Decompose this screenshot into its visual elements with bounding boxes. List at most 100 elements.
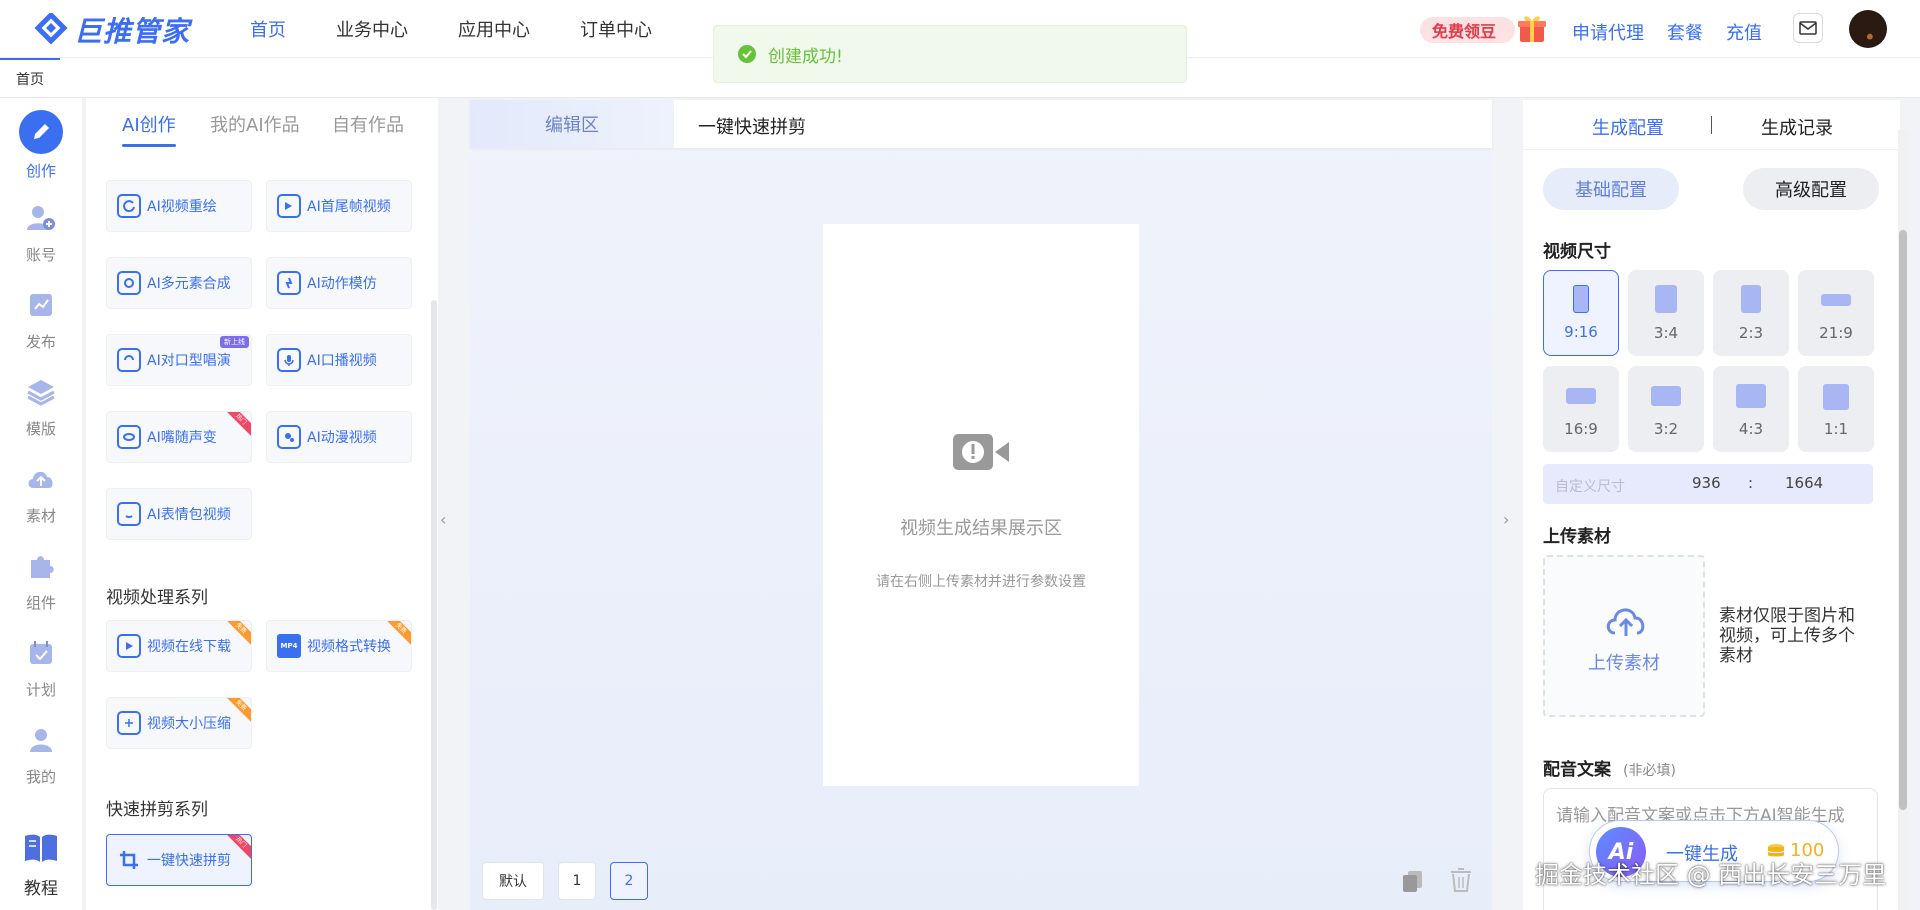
toast-text: 创建成功! [768,46,843,67]
tab-edit-area[interactable]: 编辑区 [470,100,674,148]
tool-label: 视频大小压缩 [147,716,231,732]
size-label: 21:9 [1819,324,1853,342]
frame-video-icon [277,194,301,218]
emoji-icon [117,502,141,526]
avatar[interactable] [1849,10,1887,48]
publish-icon [21,285,61,325]
preview-subtitle: 请在右侧上传素材并进行参数设置 [876,574,1086,590]
upload-title: 上传素材 [1543,527,1611,547]
sidebar-item-publish[interactable]: 发布 [0,285,82,352]
tool-label: 视频格式转换 [307,639,391,655]
section-title-video: 视频处理系列 [106,588,208,608]
tool-ai-emoji-video[interactable]: AI表情包视频 [106,488,252,540]
person-icon [21,720,61,760]
size-label: 2:3 [1738,324,1764,342]
tab-generate-history[interactable]: 生成记录 [1761,114,1833,140]
sidebar-item-templates[interactable]: 模版 [0,372,82,439]
collapse-left-icon[interactable]: ‹ [440,510,446,529]
advanced-config-button[interactable]: 高级配置 [1743,168,1879,210]
nav-orders[interactable]: 订单中心 [580,16,652,42]
tool-ai-frame-video[interactable]: AI首尾帧视频 [266,180,412,232]
gift-icon[interactable] [1515,11,1549,45]
video-alert-icon [953,434,1009,470]
upload-dropzone[interactable]: 上传素材 [1543,555,1705,717]
size-option-21-9[interactable]: 21:9 [1798,270,1874,356]
play-download-icon [117,634,141,658]
motion-icon [277,271,301,295]
tool-panel-scrollbar[interactable] [431,300,437,910]
tool-video-format-convert[interactable]: MP4 视频格式转换 免费 [266,620,412,672]
hot-badge: 热门 [227,835,251,859]
mic-icon [277,348,301,372]
custom-size-label: 自定义尺寸 [1555,479,1625,495]
sidebar-item-components[interactable]: 组件 [0,546,82,613]
size-option-16-9[interactable]: 16:9 [1543,366,1619,452]
size-option-1-1[interactable]: 1:1 [1798,366,1874,452]
page-scrollbar[interactable] [1898,130,1908,910]
editor-tabs: 编辑区 一键快速拼剪 [470,100,1492,148]
upload-note: 素材仅限于图片和视频，可上传多个素材 [1719,606,1855,666]
sidebar-item-create[interactable]: 创作 [0,110,82,181]
basic-config-button[interactable]: 基础配置 [1543,168,1679,210]
size-option-2-3[interactable]: 2:3 [1713,270,1789,356]
size-option-9-16[interactable]: 9:16 [1543,270,1619,356]
pen-icon [19,110,63,154]
size-option-3-4[interactable]: 3:4 [1628,270,1704,356]
custom-size-row: 自定义尺寸 936 : 1664 [1543,464,1873,504]
recharge-link[interactable]: 充值 [1726,19,1762,45]
tool-label: AI动漫视频 [307,430,377,446]
size-option-3-2[interactable]: 3:2 [1628,366,1704,452]
custom-width-input[interactable]: 936 [1692,474,1721,492]
tab-quick-splice[interactable]: 一键快速拼剪 [698,113,806,139]
size-option-4-3[interactable]: 4:3 [1713,366,1789,452]
tool-ai-lipsync-sing[interactable]: AI对口型唱演 新上线 [106,334,252,386]
size-label: 3:2 [1653,420,1679,438]
voice-text-title: 配音文案 (非必填) [1543,760,1676,780]
tool-panel: AI创作 我的AI作品 自有作品 AI视频重绘 AI首尾帧视频 AI多元素合成 … [86,98,438,910]
nav-home[interactable]: 首页 [250,16,286,42]
tab-my-ai-works[interactable]: 我的AI作品 [210,111,300,137]
tool-tabs: AI创作 我的AI作品 自有作品 [86,98,438,154]
upload-button-label: 上传素材 [1588,653,1660,674]
nav-apps[interactable]: 应用中心 [458,16,530,42]
trash-icon[interactable] [1448,866,1474,894]
custom-height-input[interactable]: 1664 [1785,474,1823,492]
free-beans-button[interactable]: 免费领豆 [1420,17,1515,43]
tool-video-download[interactable]: 视频在线下载 免费 [106,620,252,672]
tool-ai-motion-mimic[interactable]: AI动作模仿 [266,257,412,309]
tool-quick-splice[interactable]: 一键快速拼剪 热门 [106,834,252,886]
tool-ai-multi-compose[interactable]: AI多元素合成 [106,257,252,309]
sidebar-item-tutorial[interactable]: 教程 [0,828,82,899]
packages-link[interactable]: 套餐 [1667,19,1703,45]
pager-default[interactable]: 默认 [482,862,544,900]
sidebar-item-plans[interactable]: 计划 [0,633,82,700]
pager-page-1[interactable]: 1 [558,862,596,900]
tool-label: AI动作模仿 [307,276,377,292]
size-label: 9:16 [1564,323,1598,341]
nav-business[interactable]: 业务中心 [336,16,408,42]
logo[interactable]: 巨推管家 [34,10,190,50]
optional-hint: (非必填) [1623,763,1676,779]
apply-agent-link[interactable]: 申请代理 [1572,19,1644,45]
tool-ai-talking-video[interactable]: AI口播视频 [266,334,412,386]
pager-page-2[interactable]: 2 [610,862,648,900]
compress-icon [117,711,141,735]
free-beans-label: 免费领豆 [1432,22,1497,41]
tab-ai-create[interactable]: AI创作 [122,111,176,147]
tab-own-works[interactable]: 自有作品 [332,111,404,137]
tool-ai-anime-video[interactable]: AI动漫视频 [266,411,412,463]
tool-video-compress[interactable]: 视频大小压缩 免费 [106,697,252,749]
tool-label: 视频在线下载 [147,639,231,655]
sidebar-item-account[interactable]: 账号 [0,198,82,265]
tool-ai-video-redraw[interactable]: AI视频重绘 [106,180,252,232]
tool-label: AI口播视频 [307,353,377,369]
tool-ai-mouth-voice[interactable]: AI嘴随声变 热门 [106,411,252,463]
sidebar-item-materials[interactable]: 素材 [0,459,82,526]
tab-home[interactable]: 首页 [0,58,60,98]
mp4-icon: MP4 [277,634,301,658]
collapse-right-icon[interactable]: › [1503,510,1509,529]
tab-generate-config[interactable]: 生成配置 [1592,114,1664,140]
mail-button[interactable] [1793,13,1823,43]
copy-icon[interactable] [1400,868,1426,894]
sidebar-item-mine[interactable]: 我的 [0,720,82,787]
